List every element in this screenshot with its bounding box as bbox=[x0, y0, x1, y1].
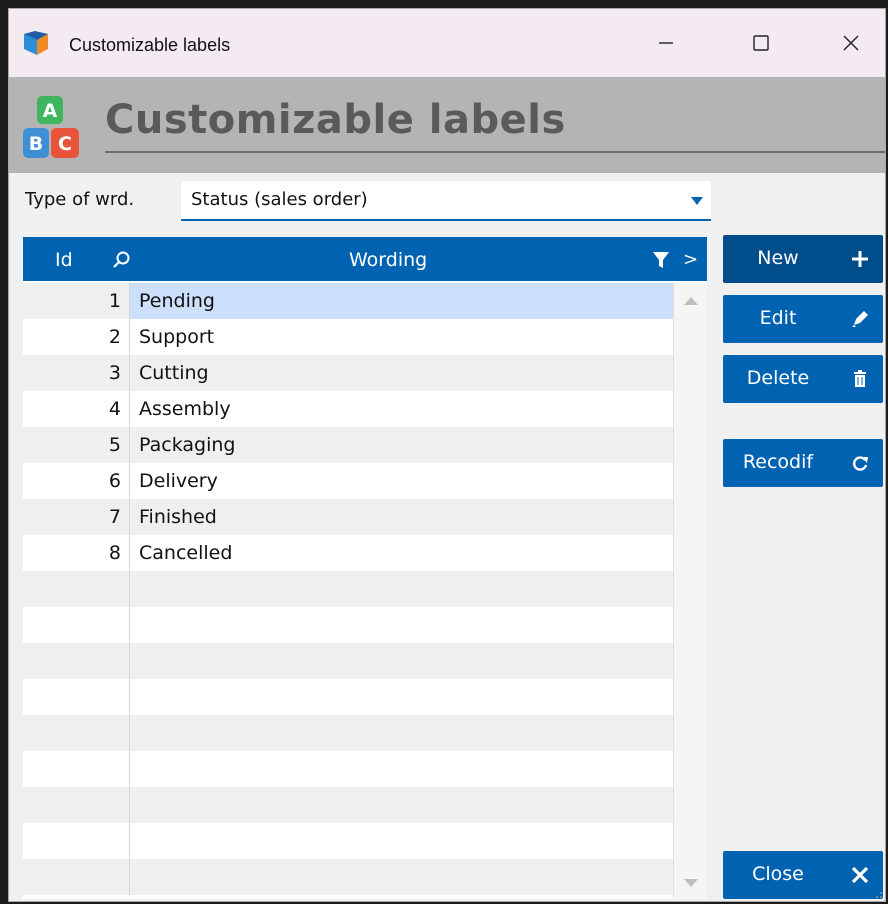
title-bar[interactable]: Customizable labels bbox=[9, 9, 885, 77]
page-title: Customizable labels bbox=[105, 97, 566, 143]
wording-cell: Delivery bbox=[129, 463, 673, 499]
empty-table-row[interactable] bbox=[23, 679, 673, 715]
id-cell: 8 bbox=[108, 542, 121, 564]
id-cell bbox=[23, 859, 129, 895]
empty-table-row[interactable] bbox=[23, 571, 673, 607]
dropdown-arrow-icon[interactable] bbox=[691, 197, 703, 205]
trash-icon bbox=[854, 370, 866, 387]
wording-cell: Pending bbox=[129, 283, 673, 319]
id-cell bbox=[23, 607, 129, 643]
wording-cell bbox=[129, 679, 673, 715]
new-button-label: New bbox=[757, 247, 799, 269]
maximize-icon bbox=[753, 35, 769, 51]
wording-cell: Support bbox=[129, 319, 673, 355]
new-button[interactable]: New bbox=[723, 235, 883, 283]
id-cell: 5 bbox=[108, 434, 121, 456]
wording-cell bbox=[129, 787, 673, 823]
wording-cell bbox=[129, 751, 673, 787]
id-cell bbox=[23, 643, 129, 679]
recodif-button-label: Recodif bbox=[742, 451, 814, 473]
wording-cell bbox=[129, 643, 673, 679]
wording-cell bbox=[129, 715, 673, 751]
empty-table-row[interactable] bbox=[23, 787, 673, 823]
table-row[interactable]: 4 Assembly bbox=[23, 391, 673, 427]
app-logo-icon bbox=[24, 31, 48, 55]
close-button-label: Close bbox=[752, 863, 804, 885]
maximize-button[interactable] bbox=[731, 23, 791, 63]
table-row[interactable]: 3 Cutting bbox=[23, 355, 673, 391]
column-header-wording[interactable]: Wording bbox=[349, 249, 427, 271]
wording-cell: Cutting bbox=[129, 355, 673, 391]
table-row[interactable]: 6 Delivery bbox=[23, 463, 673, 499]
close-button[interactable]: Close bbox=[723, 851, 883, 899]
type-of-wording-value: Status (sales order) bbox=[191, 189, 368, 210]
close-window-button[interactable] bbox=[821, 23, 881, 63]
delete-button-label: Delete bbox=[746, 367, 810, 389]
table-row[interactable]: 5 Packaging bbox=[23, 427, 673, 463]
filter-icon[interactable] bbox=[653, 251, 669, 269]
search-icon[interactable] bbox=[111, 249, 133, 271]
empty-table-row[interactable] bbox=[23, 643, 673, 679]
delete-button[interactable]: Delete bbox=[723, 355, 883, 403]
vertical-scrollbar[interactable] bbox=[673, 283, 707, 899]
id-cell: 7 bbox=[108, 506, 121, 528]
close-icon bbox=[843, 35, 859, 51]
id-cell: 2 bbox=[108, 326, 121, 348]
wording-cell: Finished bbox=[129, 499, 673, 535]
id-cell bbox=[23, 571, 129, 607]
wording-cell: Assembly bbox=[129, 391, 673, 427]
id-cell bbox=[23, 751, 129, 787]
id-cell: 6 bbox=[108, 470, 121, 492]
id-cell: 1 bbox=[108, 290, 121, 312]
chevron-right-icon[interactable]: > bbox=[683, 249, 698, 270]
scroll-down-icon[interactable] bbox=[684, 879, 698, 887]
resize-grip-icon[interactable] bbox=[873, 889, 883, 899]
window-title: Customizable labels bbox=[69, 35, 231, 55]
edit-button-label: Edit bbox=[759, 307, 797, 329]
empty-table-row[interactable] bbox=[23, 715, 673, 751]
id-cell bbox=[23, 679, 129, 715]
empty-table-row[interactable] bbox=[23, 859, 673, 895]
empty-table-row[interactable] bbox=[23, 823, 673, 859]
wording-cell: Cancelled bbox=[129, 535, 673, 571]
refresh-icon bbox=[853, 456, 868, 471]
plus-icon bbox=[852, 251, 868, 267]
minimize-icon bbox=[659, 42, 673, 44]
abc-letter-a: A bbox=[43, 100, 58, 122]
empty-table-row[interactable] bbox=[23, 607, 673, 643]
recodif-button[interactable]: Recodif bbox=[723, 439, 883, 487]
id-cell bbox=[23, 715, 129, 751]
grid-header: Id Wording > bbox=[23, 237, 707, 281]
id-cell: 3 bbox=[108, 362, 121, 384]
edit-button[interactable]: Edit bbox=[723, 295, 883, 343]
column-header-id[interactable]: Id bbox=[55, 249, 73, 271]
type-of-wording-select[interactable]: Status (sales order) bbox=[181, 181, 711, 221]
scroll-up-icon[interactable] bbox=[684, 297, 698, 305]
labels-grid: Id Wording > 1 Pending 2 Support 3 Cutting 4 As… bbox=[23, 237, 707, 899]
table-row[interactable]: 1 Pending bbox=[23, 283, 673, 319]
abc-blocks-icon: A B C bbox=[23, 96, 79, 158]
close-icon bbox=[851, 866, 869, 884]
minimize-button[interactable] bbox=[636, 23, 696, 63]
id-cell bbox=[23, 823, 129, 859]
table-row[interactable]: 2 Support bbox=[23, 319, 673, 355]
wording-cell bbox=[129, 823, 673, 859]
pencil-icon bbox=[852, 311, 868, 327]
wording-cell bbox=[129, 607, 673, 643]
title-underline bbox=[105, 151, 885, 153]
wording-cell bbox=[129, 571, 673, 607]
id-cell: 4 bbox=[108, 398, 121, 420]
type-of-wording-label: Type of wrd. bbox=[25, 189, 135, 210]
wording-cell bbox=[129, 859, 673, 895]
customizable-labels-window: Customizable labels A B C Customizable l… bbox=[8, 8, 886, 902]
abc-letter-c: C bbox=[58, 133, 72, 155]
grid-rows: 1 Pending 2 Support 3 Cutting 4 Assembly 5 Packag… bbox=[23, 283, 673, 895]
empty-table-row[interactable] bbox=[23, 751, 673, 787]
table-row[interactable]: 8 Cancelled bbox=[23, 535, 673, 571]
id-cell bbox=[23, 787, 129, 823]
wording-cell: Packaging bbox=[129, 427, 673, 463]
abc-letter-b: B bbox=[29, 133, 43, 155]
table-row[interactable]: 7 Finished bbox=[23, 499, 673, 535]
